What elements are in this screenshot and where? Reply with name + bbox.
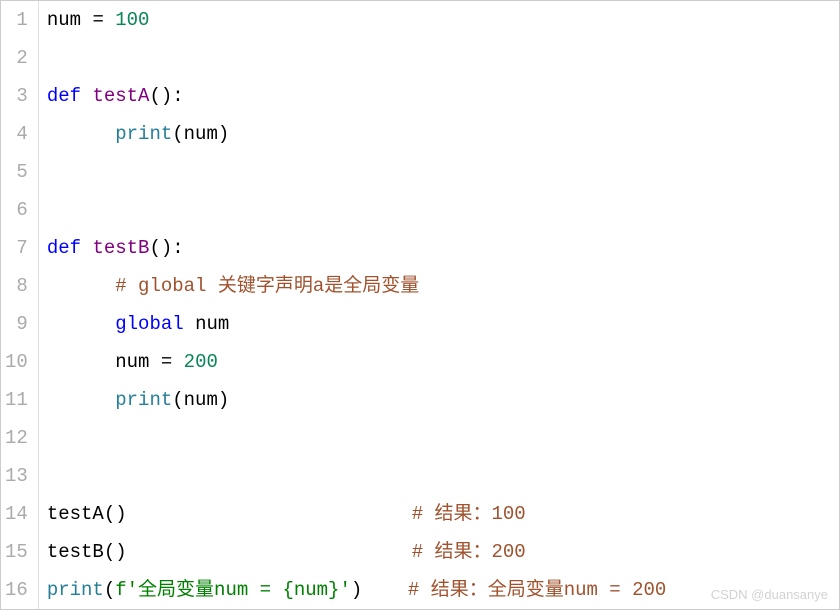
colon: : [172,85,183,107]
code-line: print(num) [47,381,839,419]
line-number: 8 [1,267,32,305]
string-literal: '全局变量num = {num}' [127,579,351,601]
code-line [47,457,839,495]
code-line [47,153,839,191]
code-line: def testB(): [47,229,839,267]
line-number: 7 [1,229,32,267]
line-number: 10 [1,343,32,381]
code-line: print(f'全局变量num = {num}') # 结果：全局变量num =… [47,571,839,609]
line-number: 5 [1,153,32,191]
line-number: 4 [1,115,32,153]
line-number: 3 [1,77,32,115]
open-paren: ( [172,123,183,145]
open-paren: ( [104,579,115,601]
line-number: 9 [1,305,32,343]
parens: () [104,503,127,525]
comment: # global 关键字声明a是全局变量 [115,275,419,297]
keyword-def: def [47,237,81,259]
code-line: num = 200 [47,343,839,381]
line-number: 13 [1,457,32,495]
function-name: testB [92,237,149,259]
keyword-def: def [47,85,81,107]
parens: () [149,237,172,259]
var-name: num [115,351,149,373]
builtin-print: print [47,579,104,601]
operator: = [161,351,172,373]
line-number: 16 [1,571,32,609]
line-number: 15 [1,533,32,571]
open-paren: ( [172,389,183,411]
line-number: 11 [1,381,32,419]
parens: () [104,541,127,563]
code-line [47,419,839,457]
code-line: # global 关键字声明a是全局变量 [47,267,839,305]
close-paren: ) [351,579,362,601]
code-line [47,191,839,229]
code-line: global num [47,305,839,343]
function-call: testB [47,541,104,563]
number-literal: 200 [184,351,218,373]
var-name: num [195,313,229,335]
line-number: 2 [1,39,32,77]
builtin-print: print [115,123,172,145]
line-number: 6 [1,191,32,229]
comment: # 结果：全局变量num = 200 [408,579,666,601]
parens: () [149,85,172,107]
function-call: testA [47,503,104,525]
colon: : [172,237,183,259]
comment: # 结果：200 [412,541,526,563]
close-paren: ) [218,123,229,145]
number-literal: 100 [115,9,149,31]
line-number: 12 [1,419,32,457]
line-number: 14 [1,495,32,533]
comment: # 结果：100 [412,503,526,525]
close-paren: ) [218,389,229,411]
code-line: testB() # 结果：200 [47,533,839,571]
code-editor: 1 2 3 4 5 6 7 8 9 10 11 12 13 14 15 16 n… [1,1,839,609]
f-prefix: f [115,579,126,601]
var-name: num [184,123,218,145]
keyword-global: global [115,313,183,335]
code-content[interactable]: num = 100 def testA(): print(num) def te… [39,1,839,609]
line-number-gutter: 1 2 3 4 5 6 7 8 9 10 11 12 13 14 15 16 [1,1,39,609]
line-number: 1 [1,1,32,39]
var-name: num [184,389,218,411]
builtin-print: print [115,389,172,411]
code-line: testA() # 结果：100 [47,495,839,533]
function-name: testA [92,85,149,107]
code-line: num = 100 [47,1,839,39]
code-line: def testA(): [47,77,839,115]
code-line: print(num) [47,115,839,153]
var-name: num [47,9,81,31]
operator: = [92,9,103,31]
code-line [47,39,839,77]
